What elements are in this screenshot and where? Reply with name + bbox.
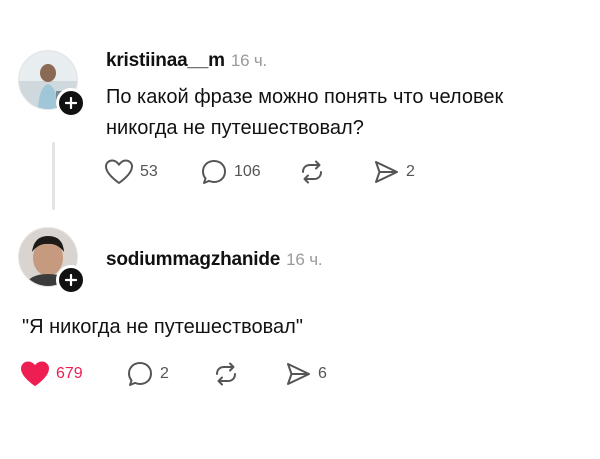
avatar-kristiinaa[interactable] <box>18 50 86 118</box>
share-button[interactable]: 2 <box>372 158 415 186</box>
repost-arrows-icon <box>216 362 236 386</box>
post-header: sodiummagzhanide 16 ч. <box>106 249 323 271</box>
like-count: 53 <box>140 163 158 180</box>
post-text-line: По какой фразе можно понять что человек <box>106 86 504 108</box>
heart-icon <box>21 361 49 386</box>
follow-button[interactable] <box>56 265 86 295</box>
post-time: 16 ч. <box>286 250 323 269</box>
share-button[interactable]: 6 <box>284 360 327 388</box>
avatar-sodiummagzhanide[interactable] <box>18 227 86 295</box>
thread-line <box>52 142 55 210</box>
comment-button[interactable]: 2 <box>126 360 212 388</box>
post-actions: 679 2 6 <box>20 360 327 388</box>
share-count: 6 <box>318 365 327 382</box>
post-2: sodiummagzhanide 16 ч. "Я никогда не путе… <box>0 215 600 459</box>
comment-count: 2 <box>160 365 169 382</box>
plus-icon <box>65 274 77 286</box>
like-button[interactable]: 53 <box>104 158 200 186</box>
post-text: "Я никогда не путешествовал" <box>22 312 303 343</box>
post-time: 16 ч. <box>230 51 268 70</box>
post-1: kristiinaa__m 16 ч. По какой фразе можно … <box>0 0 600 215</box>
comment-button[interactable]: 106 <box>200 158 298 186</box>
plus-icon <box>65 97 77 109</box>
post-header: kristiinaa__m 16 ч. <box>106 50 267 72</box>
like-count: 679 <box>56 365 83 382</box>
repost-button[interactable] <box>298 158 372 186</box>
comment-count: 106 <box>234 163 261 180</box>
follow-button[interactable] <box>56 88 86 118</box>
post-text-line: никогда не путешествовал? <box>106 117 364 139</box>
post-actions: 53 106 2 <box>104 158 415 186</box>
heart-icon <box>105 159 133 184</box>
like-button[interactable]: 679 <box>20 360 126 388</box>
post-text-line: "Я никогда не путешествовал" <box>22 316 303 338</box>
share-count: 2 <box>406 163 415 180</box>
send-arrow-icon <box>287 363 310 385</box>
repost-arrows-icon <box>302 160 322 184</box>
send-arrow-icon <box>375 161 398 183</box>
username-link[interactable]: kristiinaa__m <box>106 50 225 71</box>
repost-button[interactable] <box>212 360 284 388</box>
post-text: По какой фразе можно понять что человек … <box>106 82 503 144</box>
username-link[interactable]: sodiummagzhanide <box>106 249 280 270</box>
speech-bubble-icon <box>202 160 226 184</box>
speech-bubble-icon <box>128 362 152 386</box>
